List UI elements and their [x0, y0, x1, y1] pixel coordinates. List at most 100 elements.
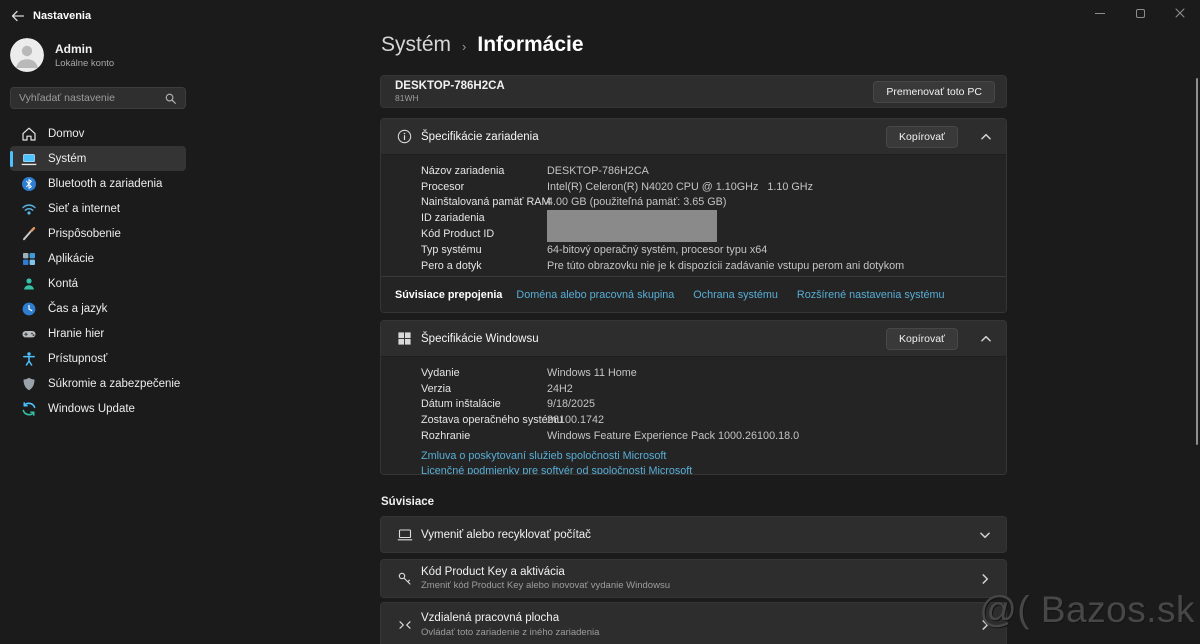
card-remote-desktop[interactable]: Vzdialená pracovná plocha Ovládať toto z…	[380, 602, 1007, 644]
vertical-scrollbar[interactable]	[1196, 78, 1198, 445]
key-icon	[397, 571, 413, 587]
device-specs-header[interactable]: Špecifikácie zariadenia Kopírovať	[381, 119, 1006, 155]
search-input[interactable]	[19, 92, 164, 104]
sidebar-item-personalization[interactable]: Prispôsobenie	[10, 221, 186, 246]
chevron-right-icon[interactable]	[978, 572, 992, 586]
time-language-icon	[21, 301, 37, 317]
laptop-icon	[397, 527, 413, 543]
spec-row-install-date: Dátum inštalácie 9/18/2025	[421, 397, 1006, 413]
redacted-value-block	[547, 226, 717, 242]
sidebar-item-label: Bluetooth a zariadenia	[48, 178, 162, 190]
back-arrow-icon	[10, 8, 26, 24]
card-recycle-pc[interactable]: Vymeniť alebo recyklovať počítač	[380, 516, 1007, 553]
sidebar-item-privacy[interactable]: Súkromie a zabezpečenie	[10, 371, 186, 396]
app-title: Nastavenia	[33, 10, 91, 22]
spec-row-device-name: Názov zariadenia DESKTOP-786H2CA	[421, 163, 1006, 179]
windows-specs-title: Špecifikácie Windowsu	[421, 333, 539, 345]
device-name-card: DESKTOP-786H2CA 81WH Premenovať toto PC	[380, 75, 1007, 108]
sidebar-item-windows-update[interactable]: Windows Update	[10, 396, 186, 421]
sidebar-item-label: Súkromie a zabezpečenie	[48, 378, 180, 390]
spec-row-version: Verzia 24H2	[421, 381, 1006, 397]
link-advanced-system-settings[interactable]: Rozšírené nastavenia systému	[797, 289, 945, 301]
maximize-button[interactable]	[1120, 0, 1160, 26]
breadcrumb: Systém › Informácie	[381, 33, 584, 57]
related-section-title: Súvisiace	[381, 496, 434, 508]
link-system-protection[interactable]: Ochrana systému	[693, 289, 778, 301]
sidebar-item-domov[interactable]: Domov	[10, 121, 186, 146]
search-icon	[164, 92, 177, 105]
rename-pc-button[interactable]: Premenovať toto PC	[873, 81, 995, 103]
privacy-icon	[21, 376, 37, 392]
chevron-down-icon[interactable]	[978, 528, 992, 542]
spec-row-device-id: ID zariadenia	[421, 210, 1006, 226]
settings-search-box[interactable]	[10, 87, 186, 109]
link-domain-workgroup[interactable]: Doména alebo pracovná skupina	[516, 289, 674, 301]
sidebar-item-network[interactable]: Sieť a internet	[10, 196, 186, 221]
windows-update-icon	[21, 401, 37, 417]
card-title: Vzdialená pracovná plocha	[421, 612, 599, 624]
device-model: 81WH	[395, 93, 505, 103]
device-specs-expander: Špecifikácie zariadenia Kopírovať Názov …	[380, 118, 1007, 313]
sidebar-item-label: Windows Update	[48, 403, 135, 415]
remote-desktop-icon	[397, 617, 413, 633]
link-microsoft-software-license[interactable]: Licenčné podmienky pre softvér od spoloč…	[421, 464, 1006, 475]
spec-row-edition: Vydanie Windows 11 Home	[421, 365, 1006, 381]
user-name: Admin	[55, 42, 114, 56]
card-subtitle: Zmeniť kód Product Key alebo inovovať vy…	[421, 580, 670, 591]
windows-specs-header[interactable]: Špecifikácie Windowsu Kopírovať	[381, 321, 1006, 357]
sidebar-item-bluetooth[interactable]: Bluetooth a zariadenia	[10, 171, 186, 196]
card-product-key-activation[interactable]: Kód Product Key a aktivácia Zmeniť kód P…	[380, 559, 1007, 598]
redacted-value-block	[547, 210, 717, 226]
personalization-icon	[21, 226, 37, 242]
back-button[interactable]	[10, 8, 26, 24]
maximize-icon	[1136, 9, 1145, 18]
sidebar-item-gaming[interactable]: Hranie hier	[10, 321, 186, 346]
sidebar-item-label: Aplikácie	[48, 253, 94, 265]
spec-row-system-type: Typ systému 64-bitový operačný systém, p…	[421, 242, 1006, 258]
breadcrumb-parent[interactable]: Systém	[381, 33, 451, 57]
card-subtitle: Ovládať toto zariadenie z iného zariaden…	[421, 627, 599, 638]
copy-device-specs-button[interactable]: Kopírovať	[886, 126, 958, 148]
apps-icon	[21, 251, 37, 267]
device-name: DESKTOP-786H2CA	[395, 80, 505, 92]
windows-logo-icon	[397, 331, 412, 346]
minimize-button[interactable]	[1080, 0, 1120, 26]
bluetooth-icon	[21, 176, 37, 192]
chevron-up-icon[interactable]	[979, 332, 993, 346]
system-icon	[21, 151, 37, 167]
link-microsoft-services-agreement[interactable]: Zmluva o poskytovaní služieb spoločnosti…	[421, 449, 1006, 464]
spec-row-os-build: Zostava operačného systému 26100.1742	[421, 412, 1006, 428]
device-specs-body: Názov zariadenia DESKTOP-786H2CA Proceso…	[381, 155, 1006, 312]
sidebar-item-accounts[interactable]: Kontá	[10, 271, 186, 296]
chevron-up-icon[interactable]	[979, 130, 993, 144]
network-icon	[21, 201, 37, 217]
breadcrumb-separator: ›	[462, 39, 466, 54]
sidebar-item-time-language[interactable]: Čas a jazyk	[10, 296, 186, 321]
user-profile[interactable]: Admin Lokálne konto	[10, 38, 114, 72]
close-button[interactable]	[1160, 0, 1200, 26]
gaming-icon	[21, 326, 37, 342]
info-icon	[397, 129, 412, 144]
accounts-icon	[21, 276, 37, 292]
windows-specs-body: Vydanie Windows 11 Home Verzia 24H2 Dátu…	[381, 357, 1006, 475]
sidebar-item-apps[interactable]: Aplikácie	[10, 246, 186, 271]
card-title: Vymeniť alebo recyklovať počítač	[421, 529, 591, 541]
card-title: Kód Product Key a aktivácia	[421, 566, 670, 578]
sidebar-item-system[interactable]: Systém	[10, 146, 186, 171]
sidebar-item-label: Prístupnosť	[48, 353, 107, 365]
watermark: @( Bazos.sk	[979, 589, 1195, 631]
related-links-label: Súvisiace prepojenia	[395, 289, 502, 301]
sidebar-item-label: Čas a jazyk	[48, 303, 107, 315]
spec-row-pen-touch: Pero a dotyk Pre túto obrazovku nie je k…	[421, 258, 1006, 274]
spec-row-product-id: Kód Product ID	[421, 226, 1006, 242]
user-account-type: Lokálne konto	[55, 58, 114, 69]
sidebar-item-label: Systém	[48, 153, 86, 165]
minimize-icon	[1095, 13, 1105, 14]
device-specs-title: Špecifikácie zariadenia	[421, 131, 539, 143]
copy-windows-specs-button[interactable]: Kopírovať	[886, 328, 958, 350]
avatar	[10, 38, 44, 72]
sidebar-item-label: Sieť a internet	[48, 203, 120, 215]
related-links-row: Súvisiace prepojenia Doména alebo pracov…	[381, 276, 1006, 312]
spec-row-experience: Rozhranie Windows Feature Experience Pac…	[421, 428, 1006, 444]
sidebar-item-accessibility[interactable]: Prístupnosť	[10, 346, 186, 371]
